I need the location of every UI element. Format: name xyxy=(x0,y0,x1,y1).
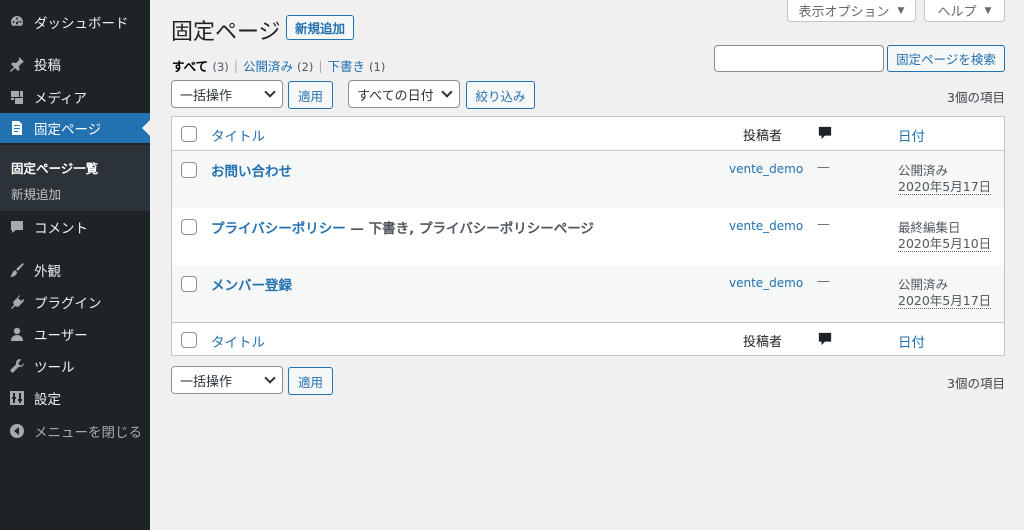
author-link[interactable]: vente_demo xyxy=(729,217,809,236)
filter-all[interactable]: すべて (3) xyxy=(172,56,229,75)
plugin-icon xyxy=(8,293,26,311)
search-pages-button[interactable]: 固定ページを検索 xyxy=(887,45,1005,72)
comment-bubble-icon xyxy=(818,332,832,346)
dashboard-icon xyxy=(8,13,26,31)
menu-plugins[interactable]: プラグイン xyxy=(0,287,150,317)
submenu-add-new[interactable]: 新規追加 xyxy=(11,184,61,203)
page-title-link[interactable]: メンバー登録 xyxy=(211,274,292,294)
menu-tools[interactable]: ツール xyxy=(0,351,150,381)
wrench-icon xyxy=(8,357,26,375)
bulk-action-select-top[interactable]: 一括操作 xyxy=(171,80,283,108)
menu-appearance[interactable]: 外観 xyxy=(0,255,150,285)
date-status: 公開済み xyxy=(898,163,949,178)
date-value: 2020年5月10日 xyxy=(898,236,992,252)
menu-media[interactable]: メディア xyxy=(0,82,150,112)
items-count-top: 3個の項目 xyxy=(947,90,1005,105)
select-all-checkbox-footer[interactable] xyxy=(181,332,197,348)
row-checkbox[interactable] xyxy=(181,219,197,235)
menu-posts[interactable]: 投稿 xyxy=(0,49,150,79)
menu-pages[interactable]: 固定ページ xyxy=(0,113,150,143)
menu-comments[interactable]: コメント xyxy=(0,212,150,242)
comment-count: — xyxy=(817,217,830,232)
user-icon xyxy=(8,325,26,343)
items-count-bottom: 3個の項目 xyxy=(947,376,1005,391)
menu-collapse[interactable]: メニューを閉じる xyxy=(0,416,150,446)
menu-settings[interactable]: 設定 xyxy=(0,383,150,413)
bulk-action-select-bottom[interactable]: 一括操作 xyxy=(171,366,283,394)
page-title: 固定ページ xyxy=(171,20,281,45)
table-row: お問い合わせ vente_demo — 公開済み 2020年5月17日 xyxy=(172,151,1004,208)
chevron-down-icon xyxy=(264,86,276,98)
screen-options-tab[interactable]: 表示オプション ▼ xyxy=(787,0,916,22)
date-value: 2020年5月17日 xyxy=(898,179,992,195)
row-checkbox[interactable] xyxy=(181,276,197,292)
page-title-link[interactable]: プライバシーポリシー — 下書き, プライバシーポリシーページ xyxy=(211,217,594,237)
column-author-footer: 投稿者 xyxy=(743,335,783,350)
column-author: 投稿者 xyxy=(743,129,783,144)
row-checkbox[interactable] xyxy=(181,162,197,178)
select-all-checkbox[interactable] xyxy=(181,126,197,142)
add-new-page-button[interactable]: 新規追加 xyxy=(286,15,355,40)
column-date[interactable]: 日付 xyxy=(898,125,925,145)
page-title-link[interactable]: お問い合わせ xyxy=(211,160,292,180)
filter-published[interactable]: 公開済み (2) xyxy=(243,56,313,75)
date-status: 公開済み xyxy=(898,277,949,292)
column-date-footer[interactable]: 日付 xyxy=(898,331,925,351)
table-row: メンバー登録 vente_demo — 公開済み 2020年5月17日 xyxy=(172,265,1004,322)
admin-sidebar: ダッシュボード 投稿 メディア 固定ページ 固定ページ一覧 新規追加 コメント … xyxy=(0,0,150,530)
column-title[interactable]: タイトル xyxy=(211,125,265,145)
brush-icon xyxy=(8,261,26,279)
table-header-row: タイトル 投稿者 日付 xyxy=(172,117,1004,151)
chevron-down-icon xyxy=(441,86,453,98)
settings-icon xyxy=(8,389,26,407)
search-input[interactable] xyxy=(714,45,884,72)
menu-users[interactable]: ユーザー xyxy=(0,319,150,349)
pin-icon xyxy=(8,55,26,73)
author-link[interactable]: vente_demo xyxy=(729,274,809,293)
collapse-icon xyxy=(8,422,26,440)
apply-button-top[interactable]: 適用 xyxy=(288,81,333,109)
apply-button-bottom[interactable]: 適用 xyxy=(288,367,333,395)
help-tab[interactable]: ヘルプ ▼ xyxy=(924,0,1005,22)
pages-table: タイトル 投稿者 日付 お問い合わせ vente_demo — 公開済み 202… xyxy=(171,116,1005,356)
column-title-footer[interactable]: タイトル xyxy=(211,331,265,351)
date-status: 最終編集日 xyxy=(898,220,961,235)
chevron-down-icon xyxy=(264,372,276,384)
menu-dashboard[interactable]: ダッシュボード xyxy=(0,7,150,37)
table-footer-row: タイトル 投稿者 日付 xyxy=(172,322,1004,355)
comment-count: — xyxy=(817,274,830,289)
comment-icon xyxy=(8,218,26,236)
media-icon xyxy=(8,88,26,106)
triangle-down-icon: ▼ xyxy=(897,5,905,16)
comment-count: — xyxy=(817,160,830,175)
author-link[interactable]: vente_demo xyxy=(729,160,809,179)
date-value: 2020年5月17日 xyxy=(898,293,992,309)
filter-draft[interactable]: 下書き (1) xyxy=(328,56,386,75)
triangle-down-icon: ▼ xyxy=(984,5,992,16)
filter-button[interactable]: 絞り込み xyxy=(466,81,535,109)
comment-bubble-icon xyxy=(818,126,832,140)
pages-submenu: 固定ページ一覧 新規追加 xyxy=(0,145,150,211)
submenu-all-pages[interactable]: 固定ページ一覧 xyxy=(11,158,98,177)
table-row: プライバシーポリシー — 下書き, プライバシーポリシーページ vente_de… xyxy=(172,208,1004,265)
date-filter-select[interactable]: すべての日付 xyxy=(348,80,460,108)
page-icon xyxy=(8,119,26,137)
status-filter-links: すべて (3) | 公開済み (2) | 下書き (1) xyxy=(172,56,386,75)
